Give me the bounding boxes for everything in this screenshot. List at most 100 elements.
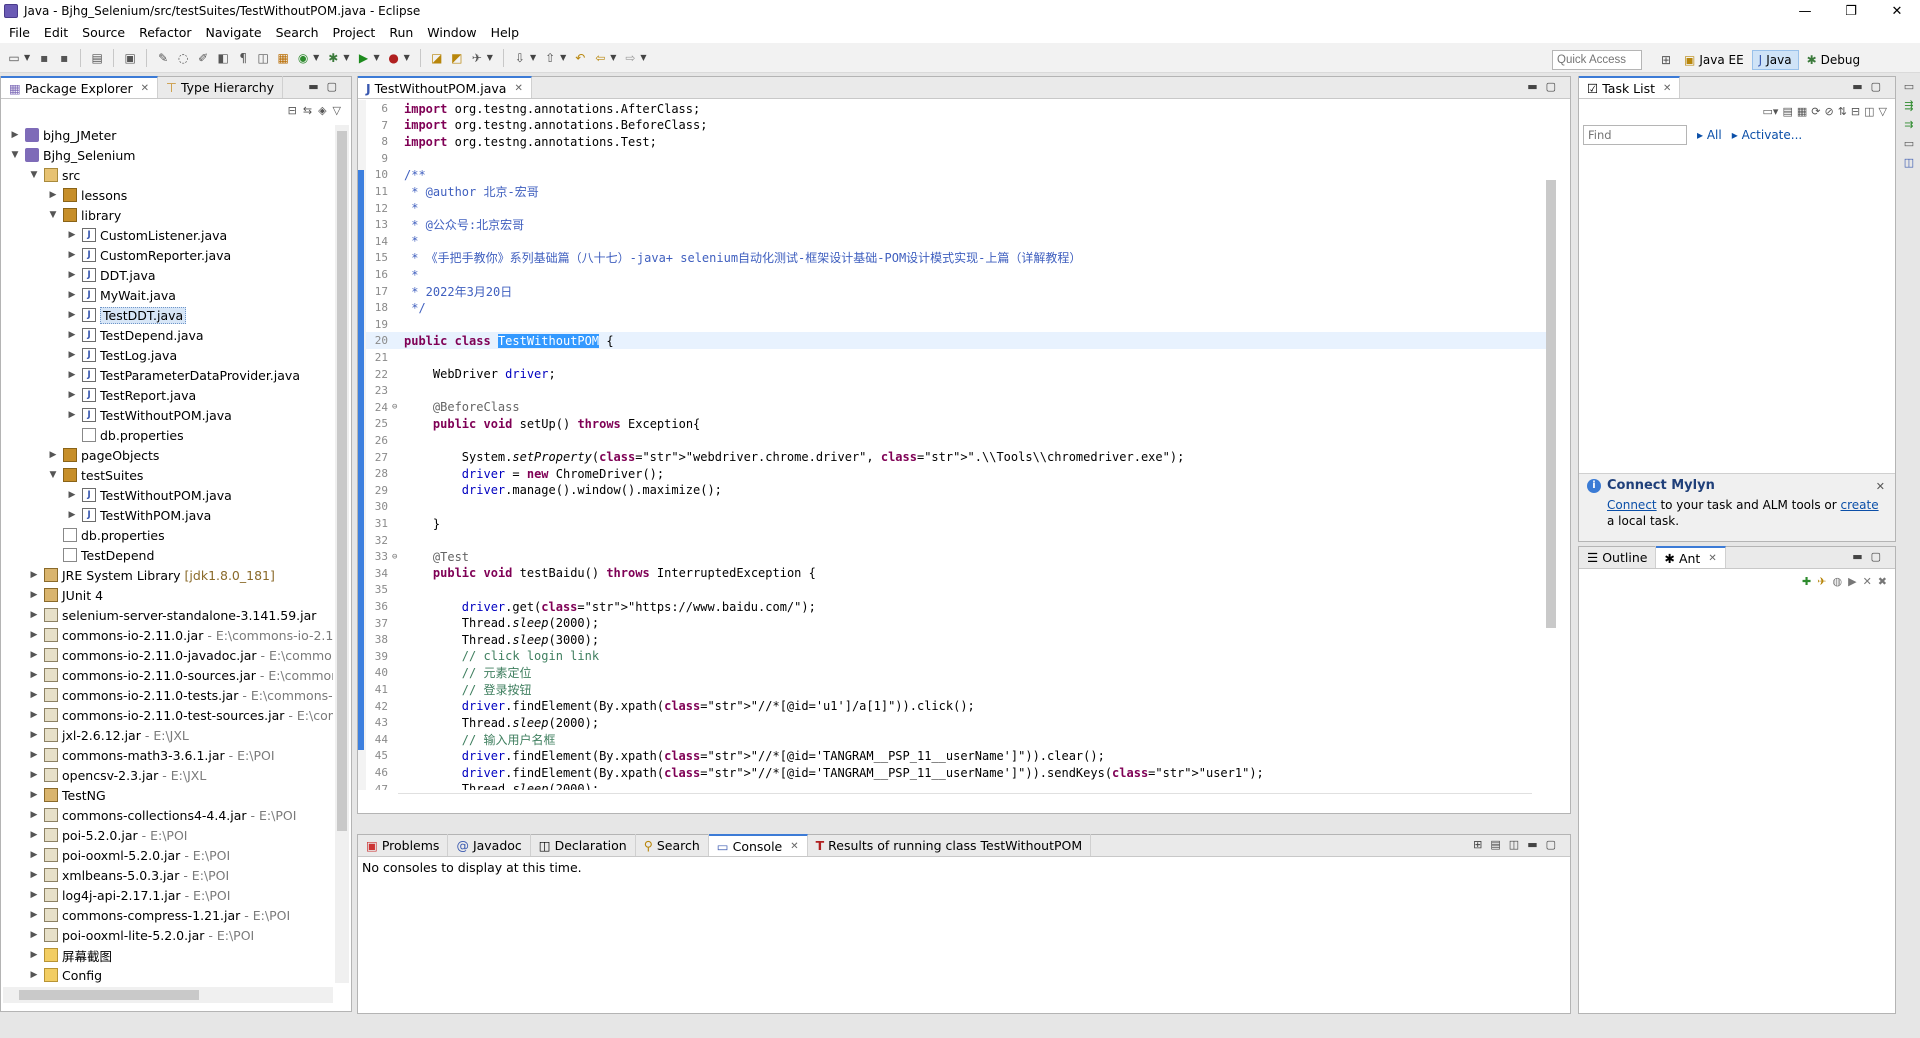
link-with-editor-icon[interactable]: ⇆ bbox=[303, 104, 312, 117]
code-line[interactable]: 31 } bbox=[366, 515, 1553, 532]
close-icon[interactable]: ✕ bbox=[514, 83, 522, 94]
save-icon[interactable]: ▪ bbox=[36, 50, 52, 66]
run-target-icon[interactable]: ▶ bbox=[1848, 575, 1856, 588]
tree-item[interactable]: ▶ J TestDDT.java bbox=[66, 305, 187, 325]
connect-link[interactable]: Connect bbox=[1607, 498, 1657, 512]
expanded-chevron-icon[interactable]: ▼ bbox=[47, 210, 59, 220]
collapse-all-icon[interactable]: ⊟ bbox=[1851, 105, 1860, 118]
collapsed-chevron-icon[interactable]: ▶ bbox=[66, 370, 78, 380]
menu-edit[interactable]: Edit bbox=[37, 25, 75, 40]
run-dropdown-icon[interactable]: ▼ bbox=[373, 53, 379, 62]
collapsed-chevron-icon[interactable]: ▶ bbox=[28, 670, 40, 680]
code-line[interactable]: 40 // 元素定位 bbox=[366, 664, 1553, 681]
tab-outline[interactable]: ☰ Outline bbox=[1579, 546, 1657, 568]
tree-item[interactable]: ▶ lessons bbox=[47, 185, 128, 205]
code-line[interactable]: 28 driver = new ChromeDriver(); bbox=[366, 465, 1553, 482]
collapsed-chevron-icon[interactable]: ▶ bbox=[28, 930, 40, 940]
create-link[interactable]: create bbox=[1841, 498, 1879, 512]
pin-console-icon[interactable]: ⊞ bbox=[1473, 838, 1490, 851]
tab-testwithoutpom-java[interactable]: J TestWithoutPOM.java ✕ bbox=[358, 76, 532, 98]
tab-problems[interactable]: ▣ Problems bbox=[358, 834, 449, 856]
maximize-button[interactable]: ❐ bbox=[1828, 0, 1874, 22]
code-line[interactable]: 30 bbox=[366, 498, 1553, 515]
menu-navigate[interactable]: Navigate bbox=[199, 25, 269, 40]
open-console-icon[interactable]: ◫ bbox=[1509, 838, 1527, 851]
coverage-dropdown-icon[interactable]: ▼ bbox=[313, 53, 319, 62]
maximize-view-icon[interactable]: ▢ bbox=[1546, 838, 1564, 851]
collapsed-chevron-icon[interactable]: ▶ bbox=[28, 910, 40, 920]
horizontal-scrollbar[interactable] bbox=[398, 793, 1532, 807]
collapsed-chevron-icon[interactable]: ▶ bbox=[28, 790, 40, 800]
print-icon[interactable]: ▤ bbox=[89, 50, 105, 66]
code-line[interactable]: 13 * @公众号:北京宏哥 bbox=[366, 216, 1553, 233]
tree-item[interactable]: ▶ pageObjects bbox=[47, 445, 160, 465]
forward-dropdown-icon[interactable]: ▼ bbox=[640, 53, 646, 62]
tree-item[interactable]: ▶ selenium-server-standalone-3.141.59.jar bbox=[28, 605, 317, 625]
tab-search[interactable]: ⚲ Search bbox=[636, 834, 709, 856]
menu-search[interactable]: Search bbox=[269, 25, 326, 40]
restore-icon[interactable]: ▭ bbox=[1904, 80, 1914, 93]
collapsed-chevron-icon[interactable]: ▶ bbox=[28, 850, 40, 860]
open-perspective-icon[interactable]: ⊞ bbox=[1658, 52, 1674, 68]
code-line[interactable]: 16 * bbox=[366, 266, 1553, 283]
tree-item[interactable]: ▶ xmlbeans-5.0.3.jar - E:\POI bbox=[28, 865, 230, 885]
tree-item[interactable]: ▶ commons-io-2.11.0-tests.jar - E:\commons… bbox=[28, 685, 333, 705]
debug-dropdown-icon[interactable]: ▼ bbox=[343, 53, 349, 62]
tree-item[interactable]: ▶ commons-compress-1.21.jar - E:\POI bbox=[28, 905, 291, 925]
scrollbar-thumb[interactable] bbox=[19, 990, 199, 1000]
focus-workweek-icon[interactable]: ⇅ bbox=[1838, 105, 1847, 118]
code-line[interactable]: 23 bbox=[366, 382, 1553, 399]
tree-item[interactable]: ▶ JUnit 4 bbox=[28, 585, 104, 605]
all-link[interactable]: ▸ All bbox=[1697, 128, 1722, 142]
collapsed-chevron-icon[interactable]: ▶ bbox=[66, 410, 78, 420]
code-line[interactable]: 47 Thread.sleep(2000); bbox=[366, 781, 1553, 790]
scheduled-icon[interactable]: ▦ bbox=[1797, 105, 1807, 118]
maximize-view-icon[interactable]: ▢ bbox=[327, 80, 345, 93]
hide-internal-targets-icon[interactable]: ◍ bbox=[1832, 575, 1842, 588]
focus-icon[interactable]: ◈ bbox=[318, 104, 326, 117]
collapsed-chevron-icon[interactable]: ▶ bbox=[66, 250, 78, 260]
tree-item[interactable]: ▶ commons-io-2.11.0-test-sources.jar - E:\… bbox=[28, 705, 333, 725]
outline-trim-icon[interactable]: ◫ bbox=[1904, 156, 1914, 169]
expanded-chevron-icon[interactable]: ▼ bbox=[9, 150, 21, 160]
tree-item[interactable]: ▶ jxl-2.6.12.jar - E:\JXL bbox=[28, 725, 189, 745]
code-line[interactable]: 8 import org.testng.annotations.Test; bbox=[366, 133, 1553, 150]
collapsed-chevron-icon[interactable]: ▶ bbox=[9, 130, 21, 140]
collapsed-chevron-icon[interactable]: ▶ bbox=[66, 230, 78, 240]
add-buildfiles-icon[interactable]: ✚ bbox=[1802, 575, 1811, 588]
maximize-view-icon[interactable]: ▢ bbox=[1546, 80, 1564, 93]
close-icon[interactable]: ✕ bbox=[1663, 83, 1671, 94]
tab-task-list[interactable]: ☑ Task List ✕ bbox=[1579, 76, 1681, 98]
tree-item[interactable]: ▶ poi-ooxml-lite-5.2.0.jar - E:\POI bbox=[28, 925, 255, 945]
collapsed-chevron-icon[interactable]: ▶ bbox=[28, 650, 40, 660]
declaration-trim-icon[interactable]: ⇉ bbox=[1904, 118, 1913, 131]
open-type-icon[interactable]: ◪ bbox=[429, 50, 445, 66]
hide-completed-icon[interactable]: ⊘ bbox=[1824, 105, 1833, 118]
tree-item[interactable]: ▶ log4j-api-2.17.1.jar - E:\POI bbox=[28, 885, 231, 905]
tree-item[interactable]: ▶ commons-io-2.11.0-sources.jar - E:\commo… bbox=[28, 665, 333, 685]
menu-run[interactable]: Run bbox=[382, 25, 420, 40]
code-line[interactable]: 29 driver.manage().window().maximize(); bbox=[366, 482, 1553, 499]
new-dropdown-icon[interactable]: ▼ bbox=[24, 53, 30, 62]
back-dropdown-icon[interactable]: ▼ bbox=[610, 53, 616, 62]
tree-item[interactable]: ▼ library bbox=[47, 205, 122, 225]
run-icon[interactable]: ▶ bbox=[355, 50, 371, 66]
forward-icon[interactable]: ⇨ bbox=[622, 50, 638, 66]
previous-annotation-dropdown-icon[interactable]: ▼ bbox=[560, 53, 566, 62]
code-line[interactable]: 6 import org.testng.annotations.AfterClas… bbox=[366, 100, 1553, 117]
search-dropdown-icon[interactable]: ▼ bbox=[487, 53, 493, 62]
external-tools-icon[interactable]: ● bbox=[386, 50, 402, 66]
tree-item[interactable]: ▶ poi-5.2.0.jar - E:\POI bbox=[28, 825, 188, 845]
tree-item[interactable]: ▶ J CustomListener.java bbox=[66, 225, 228, 245]
collapsed-chevron-icon[interactable]: ▶ bbox=[28, 770, 40, 780]
collapsed-chevron-icon[interactable]: ▶ bbox=[28, 830, 40, 840]
debug-icon[interactable]: ✱ bbox=[325, 50, 341, 66]
perspective-java-ee[interactable]: ▣ Java EE bbox=[1678, 51, 1750, 69]
code-line[interactable]: 9 bbox=[366, 150, 1553, 167]
tree-item[interactable]: ▶ J DDT.java bbox=[66, 265, 156, 285]
menu-refactor[interactable]: Refactor bbox=[132, 25, 198, 40]
tree-item[interactable]: ▶ J TestDepend.java bbox=[66, 325, 204, 345]
find-input[interactable] bbox=[1583, 125, 1687, 145]
menu-file[interactable]: File bbox=[2, 25, 37, 40]
tree-item[interactable]: ▶ Config bbox=[28, 965, 103, 983]
